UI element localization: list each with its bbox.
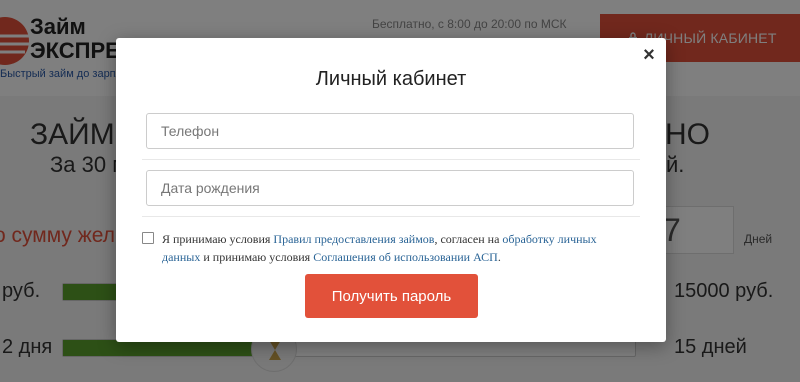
consent-text-part: и принимаю условия — [200, 250, 314, 264]
asp-agreement-link[interactable]: Соглашения об использовании АСП — [313, 250, 498, 264]
consent-text: Я принимаю условия Правил предоставления… — [162, 230, 632, 266]
date-of-birth-input[interactable] — [146, 170, 634, 206]
consent-checkbox[interactable] — [142, 232, 154, 244]
divider — [142, 159, 640, 160]
get-password-button[interactable]: Получить пароль — [305, 274, 478, 318]
consent-text-part: , согласен на — [434, 232, 503, 246]
phone-input[interactable] — [146, 113, 634, 149]
consent-text-part: Я принимаю условия — [162, 232, 274, 246]
modal-title: Личный кабинет — [315, 68, 467, 90]
login-modal: × Личный кабинет Я принимаю условия Прав… — [116, 38, 666, 342]
consent-text-part: . — [497, 250, 501, 264]
divider — [142, 216, 640, 217]
close-icon[interactable]: × — [638, 44, 660, 66]
loan-rules-link[interactable]: Правил предоставления займов — [273, 232, 434, 246]
